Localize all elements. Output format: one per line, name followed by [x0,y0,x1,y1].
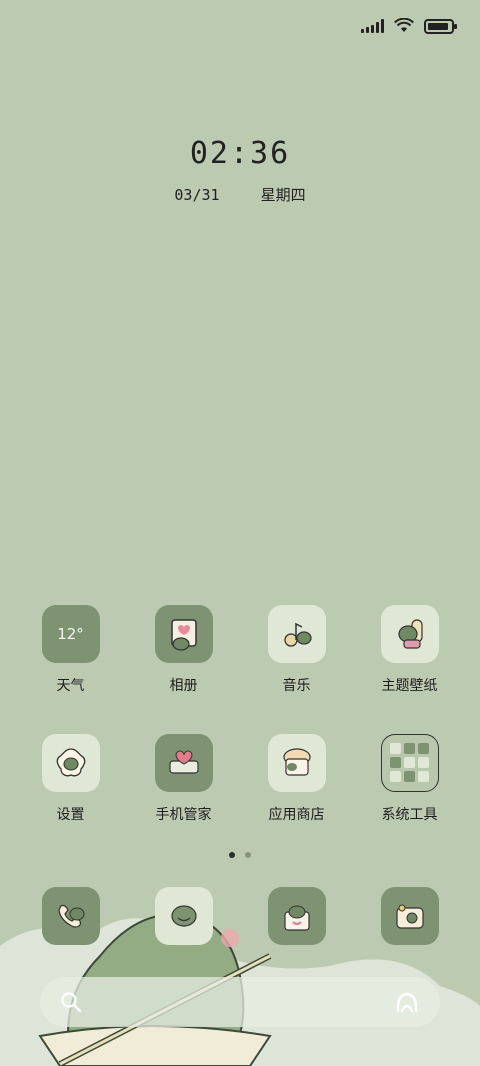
battery-icon [424,18,457,34]
app-store[interactable]: 应用商店 [240,734,353,824]
app-label: 设置 [56,807,85,823]
app-settings[interactable]: 设置 [14,734,127,824]
app-label: 音乐 [282,678,311,694]
date-text: 03/31 [174,186,220,204]
app-store-icon[interactable] [267,734,326,792]
security-icon[interactable] [154,734,213,792]
dock-messages[interactable] [127,887,240,945]
dock-phone[interactable] [14,887,127,945]
app-weather[interactable]: 12° 天气 [14,605,127,695]
dock [14,887,466,945]
app-label: 天气 [56,678,85,694]
app-security[interactable]: 手机管家 [127,734,240,824]
app-label: 应用商店 [268,807,325,823]
app-grid-row-1: 12° 天气 相册 音乐 主题壁纸 [14,605,466,695]
app-theme[interactable]: 主题壁纸 [353,605,466,695]
app-grid-row-2: 设置 手机管家 应用商店 系统工具 [14,734,466,824]
music-icon[interactable] [267,605,326,663]
status-bar [361,18,457,34]
signal-icon [361,19,384,33]
search-icon[interactable] [60,991,82,1013]
clock-time: 02:36 [189,136,291,171]
messages-icon[interactable] [154,887,213,945]
app-label: 相册 [169,678,198,694]
weather-temp: 12° [57,625,84,643]
page-dot-2[interactable] [245,852,251,858]
phone-icon[interactable] [41,887,100,945]
theme-icon[interactable] [380,605,439,663]
search-bar[interactable] [40,977,440,1027]
app-system-tools[interactable]: 系统工具 [353,734,466,824]
app-label: 手机管家 [155,807,212,823]
browser-icon[interactable] [267,887,326,945]
page-indicator [0,852,480,858]
assistant-icon[interactable] [394,991,420,1013]
weekday-text: 星期四 [260,186,306,204]
camera-icon[interactable] [380,887,439,945]
app-label: 主题壁纸 [381,678,438,694]
app-gallery[interactable]: 相册 [127,605,240,695]
dock-camera[interactable] [353,887,466,945]
dock-browser[interactable] [240,887,353,945]
app-label: 系统工具 [381,807,438,823]
gallery-icon[interactable] [154,605,213,663]
settings-icon[interactable] [41,734,100,792]
clock-date: 03/31 星期四 [0,184,480,205]
folder-icon[interactable] [380,734,439,792]
page-dot-1[interactable] [229,852,235,858]
app-music[interactable]: 音乐 [240,605,353,695]
wifi-icon [394,18,414,32]
weather-icon[interactable]: 12° [41,605,100,663]
